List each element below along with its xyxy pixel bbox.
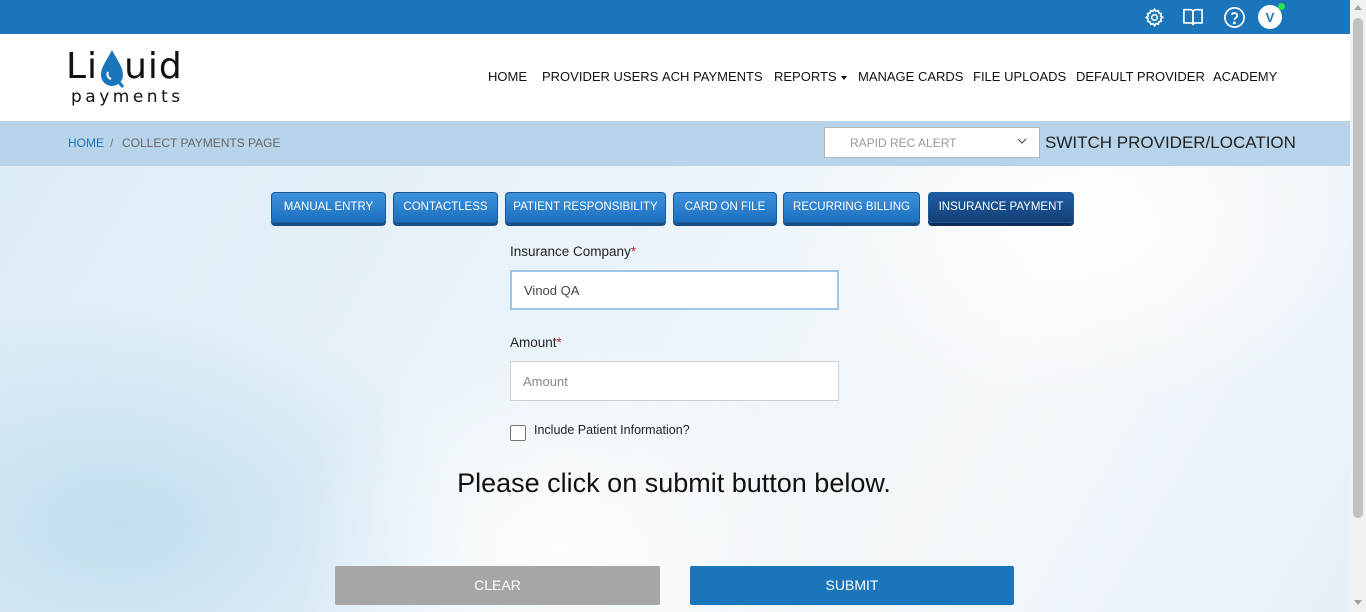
nav-file-uploads[interactable]: FILE UPLOADS (973, 69, 1066, 85)
vertical-scrollbar[interactable] (1350, 0, 1366, 612)
scroll-up-arrow-icon[interactable] (1354, 5, 1362, 10)
tab-manual-entry[interactable]: MANUAL ENTRY (271, 192, 386, 223)
include-patient-label: Include Patient Information? (534, 423, 690, 437)
liquid-payments-logo[interactable]: Li uid payments (66, 46, 196, 110)
nav-default-provider[interactable]: DEFAULT PROVIDER (1076, 69, 1205, 85)
tab-card-on-file[interactable]: CARD ON FILE (673, 192, 777, 223)
provider-select[interactable]: RAPID REC ALERT (824, 127, 1040, 158)
amount-input[interactable] (510, 361, 839, 401)
tab-patient-responsibility[interactable]: PATIENT RESPONSIBILITY (505, 192, 666, 223)
nav-reports-label: REPORTS (774, 69, 837, 84)
nav-manage-cards[interactable]: MANAGE CARDS (858, 69, 963, 85)
avatar-initial: V (1265, 9, 1275, 25)
insurance-company-input[interactable] (510, 270, 839, 310)
amount-label: Amount* (510, 335, 562, 350)
nav-provider-users[interactable]: PROVIDER USERS (542, 69, 658, 85)
tab-contactless[interactable]: CONTACTLESS (393, 192, 498, 223)
required-mark: * (556, 335, 562, 350)
top-bar: V (0, 0, 1350, 34)
clear-button[interactable]: CLEAR (335, 566, 660, 605)
chevron-down-icon (1017, 138, 1027, 144)
nav-ach-payments[interactable]: ACH PAYMENTS (662, 69, 763, 85)
nav-academy[interactable]: ACADEMY (1213, 69, 1277, 85)
insurance-company-label: Insurance Company* (510, 244, 637, 259)
breadcrumb: HOME / COLLECT PAYMENTS PAGE RAPID REC A… (0, 121, 1350, 166)
scroll-thumb[interactable] (1353, 18, 1363, 518)
gear-icon[interactable] (1142, 5, 1166, 29)
main-content: MANUAL ENTRY CONTACTLESS PATIENT RESPONS… (0, 166, 1350, 612)
avatar[interactable]: V (1258, 3, 1285, 29)
submit-notice: Please click on submit button below. (457, 468, 891, 498)
online-status-dot (1278, 3, 1285, 10)
switch-provider-label: SWITCH PROVIDER/LOCATION (1045, 133, 1296, 152)
water-drop-icon (101, 50, 125, 88)
scroll-down-arrow-icon[interactable] (1354, 600, 1362, 605)
provider-select-value: RAPID REC ALERT (850, 136, 957, 150)
nav-home[interactable]: HOME (488, 69, 527, 85)
logo-subtitle: payments (71, 87, 184, 107)
breadcrumb-home-link[interactable]: HOME (68, 136, 104, 150)
tab-insurance-payment[interactable]: INSURANCE PAYMENT (928, 192, 1074, 223)
header: Li uid payments HOME PROVIDER USERS ACH P… (0, 34, 1350, 121)
caret-down-icon (840, 75, 847, 80)
required-mark: * (630, 244, 637, 259)
book-icon[interactable] (1181, 5, 1205, 29)
breadcrumb-separator: / (110, 136, 114, 150)
help-icon[interactable] (1222, 5, 1246, 29)
breadcrumb-current: COLLECT PAYMENTS PAGE (122, 136, 281, 150)
submit-button[interactable]: SUBMIT (690, 566, 1014, 605)
tab-recurring-billing[interactable]: RECURRING BILLING (783, 192, 920, 223)
nav-reports[interactable]: REPORTS (774, 69, 847, 85)
include-patient-checkbox[interactable] (510, 425, 526, 441)
